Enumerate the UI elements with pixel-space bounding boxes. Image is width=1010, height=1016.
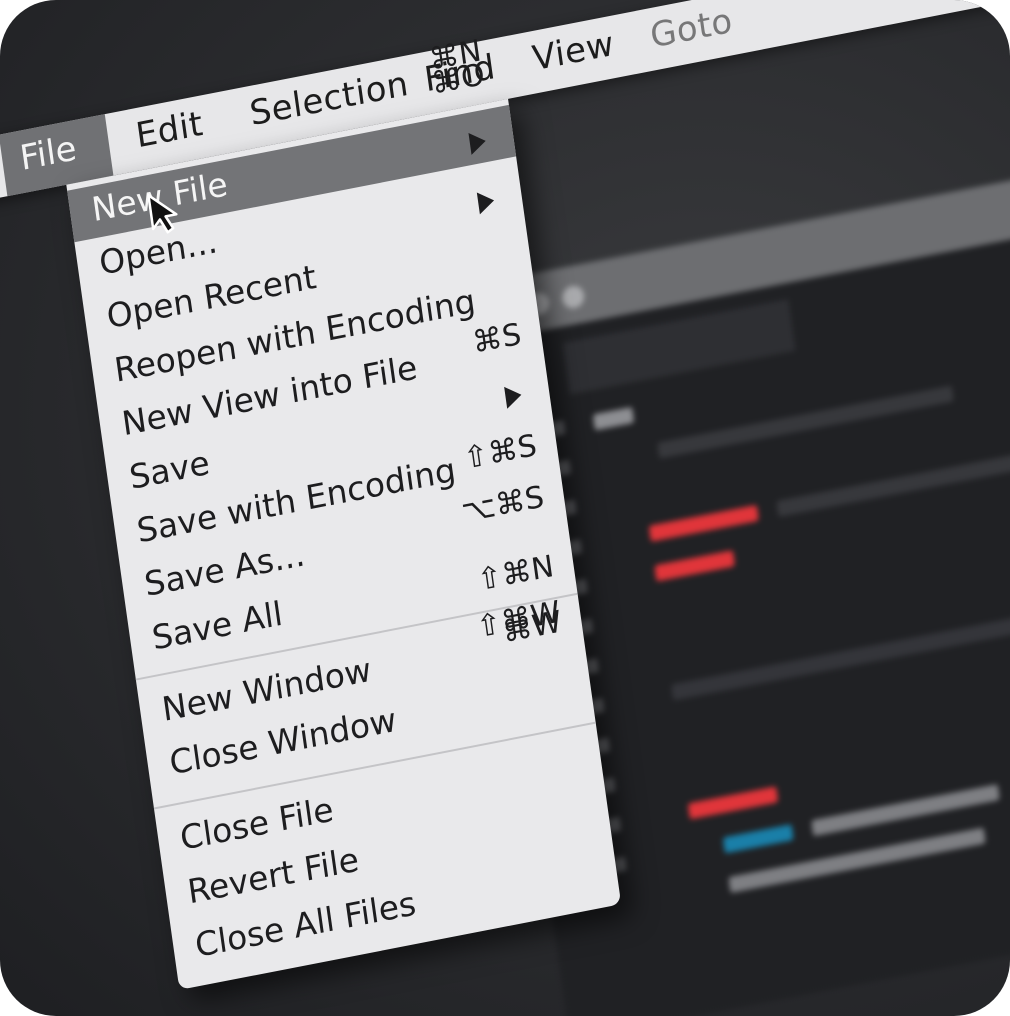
menu-view[interactable]: View (530, 24, 617, 79)
tilted-screen: File Edit Selection Find View Goto ⌘N Ne… (0, 0, 1010, 1016)
zoom-dot-icon[interactable] (560, 284, 586, 311)
menu-file-label: File (17, 128, 79, 179)
triangle-right-icon (468, 130, 488, 155)
menu-edit[interactable]: Edit (133, 104, 205, 157)
triangle-right-icon (476, 189, 496, 215)
menu-item-label: Save (126, 442, 212, 497)
triangle-right-icon (504, 383, 523, 409)
photo-frame: File Edit Selection Find View Goto ⌘N Ne… (0, 0, 1010, 1016)
menu-goto[interactable]: Goto (648, 1, 735, 57)
file-menu: ⌘N New File ⌘O Open... Open Recent Reope… (66, 33, 622, 990)
